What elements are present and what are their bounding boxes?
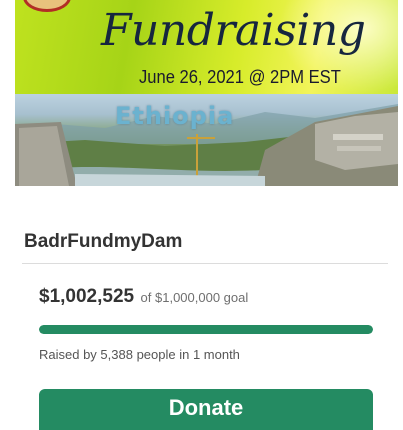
- campaign-title: BadrFundmyDam: [24, 231, 183, 252]
- banner-header: Fundraising June 26, 2021 @ 2PM EST: [15, 0, 398, 94]
- donate-button-label: Donate: [168, 395, 244, 420]
- progress-bar-fill: [39, 325, 373, 334]
- banner-country-label: Ethiopia: [115, 102, 235, 130]
- divider: [22, 263, 388, 264]
- donor-count-text: Raised by 5,388 people in 1 month: [39, 347, 240, 362]
- emblem-logo: [23, 0, 71, 12]
- fundraiser-page: Fundraising June 26, 2021 @ 2PM EST Ethi…: [0, 0, 403, 430]
- progress-bar: [39, 325, 373, 334]
- goal-text: of $1,000,000 goal: [140, 290, 249, 305]
- banner-title: Fundraising: [101, 5, 366, 56]
- raised-summary: $1,002,525 of $1,000,000 goal: [39, 286, 248, 308]
- raised-amount: $1,002,525: [39, 286, 135, 307]
- dam-photo: Ethiopia: [15, 94, 398, 186]
- banner-date: June 26, 2021 @ 2PM EST: [139, 67, 341, 87]
- donate-button[interactable]: Donate: [39, 389, 373, 430]
- campaign-banner-image: Fundraising June 26, 2021 @ 2PM EST Ethi…: [15, 0, 398, 186]
